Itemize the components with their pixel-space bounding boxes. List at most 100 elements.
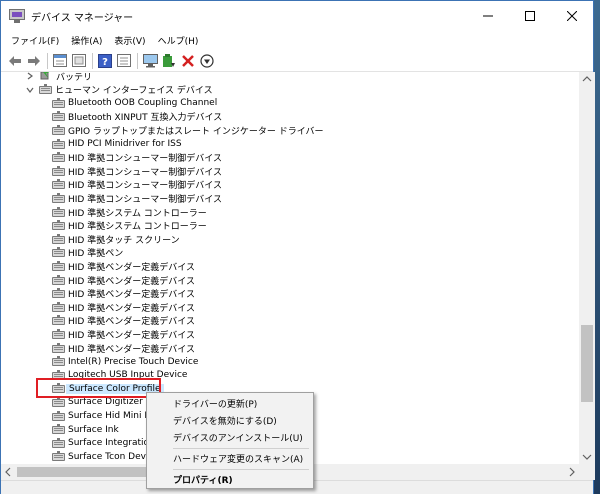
scroll-up-icon[interactable] bbox=[579, 72, 595, 86]
close-button[interactable] bbox=[551, 1, 593, 31]
menu-bar: ファイル(F) 操作(A) 表示(V) ヘルプ(H) bbox=[1, 31, 593, 49]
context-update-driver-label: ドライバーの更新(P) bbox=[173, 399, 258, 410]
tree-item[interactable]: Bluetooth OOB Coupling Channel bbox=[52, 96, 217, 110]
hid-device-icon bbox=[52, 288, 65, 299]
tree-item-label: HID 準拠ベンダー定義デバイス bbox=[68, 290, 195, 301]
hid-device-icon bbox=[52, 274, 65, 286]
menu-action[interactable]: 操作(A) bbox=[65, 34, 108, 47]
tree-item[interactable]: HID PCI Minidriver for ISS bbox=[52, 137, 182, 151]
update-driver-button[interactable] bbox=[161, 53, 177, 69]
tree-item[interactable]: HID 準拠ベンダー定義デバイス bbox=[52, 327, 195, 341]
tree-item[interactable]: HID 準拠ベンダー定義デバイス bbox=[52, 314, 195, 328]
hid-device-icon bbox=[52, 356, 65, 367]
context-scan-hardware[interactable]: ハードウェア変更のスキャン(A) bbox=[147, 449, 313, 467]
tree-item-label: HID 準拠ベンダー定義デバイス bbox=[68, 317, 195, 328]
context-disable-device[interactable]: デバイスを無効にする(D) bbox=[147, 411, 313, 429]
minimize-icon bbox=[483, 15, 493, 17]
tree-item-label: HID 準拠タッチ スクリーン bbox=[68, 235, 180, 246]
tree-item[interactable]: HID 準拠コンシューマー制御デバイス bbox=[52, 151, 222, 165]
tree-item-label: GPIO ラップトップまたはスレート インジケーター ドライバー bbox=[68, 126, 324, 137]
tree-item-label: バッテリ bbox=[56, 72, 93, 83]
details-view-button[interactable] bbox=[116, 53, 132, 69]
uninstall-x-icon bbox=[182, 54, 194, 67]
refresh-view-button[interactable] bbox=[71, 53, 87, 69]
tree-item-label: HID 準拠ベンダー定義デバイス bbox=[68, 276, 195, 287]
tree-item-label: HID 準拠コンシューマー制御デバイス bbox=[68, 181, 222, 192]
tree-item-label: Surface Ink bbox=[68, 424, 119, 435]
update-driver-icon bbox=[163, 53, 175, 67]
tree-item[interactable]: Intel(R) Precise Touch Device bbox=[52, 355, 198, 369]
tree-item[interactable]: HID 準拠ベンダー定義デバイス bbox=[52, 273, 195, 287]
tree-item-label: HID 準拠ペン bbox=[68, 249, 124, 260]
minimize-button[interactable] bbox=[467, 1, 509, 31]
tree-item[interactable]: HID 準拠システム コントローラー bbox=[52, 205, 207, 219]
tree-item[interactable]: GPIO ラップトップまたはスレート インジケーター ドライバー bbox=[52, 123, 324, 137]
tree-item-label: HID 準拠コンシューマー制御デバイス bbox=[68, 194, 222, 205]
tree-item[interactable]: Surface Ink bbox=[52, 423, 119, 437]
tree-item[interactable]: HID 準拠ベンダー定義デバイス bbox=[52, 341, 195, 355]
menu-file[interactable]: ファイル(F) bbox=[5, 34, 65, 47]
download-driver-icon bbox=[200, 53, 214, 68]
tree-item[interactable]: HID 準拠ベンダー定義デバイス bbox=[52, 287, 195, 301]
hid-device-icon bbox=[52, 152, 65, 163]
tree-item[interactable]: HID 準拠ペン bbox=[52, 246, 123, 260]
tree-item[interactable]: HID 準拠システム コントローラー bbox=[52, 219, 207, 233]
tree-item-label: Bluetooth OOB Coupling Channel bbox=[68, 98, 218, 109]
hid-device-icon bbox=[39, 84, 52, 95]
back-arrow-icon bbox=[9, 55, 21, 66]
hid-device-icon bbox=[52, 192, 65, 204]
context-update-driver[interactable]: ドライバーの更新(P) bbox=[147, 394, 313, 412]
monitor-scan-icon bbox=[142, 53, 158, 67]
download-driver-button[interactable] bbox=[199, 53, 215, 69]
device-manager-window: デバイス マネージャー ファイル(F) 操作(A) 表示(V) ヘルプ(H) ?… bbox=[0, 0, 595, 494]
properties-view-button[interactable] bbox=[52, 53, 68, 69]
scan-hardware-button[interactable] bbox=[142, 53, 158, 69]
tree-item[interactable]: Surface Hid Mini Dri bbox=[52, 409, 157, 423]
chevron-right-icon[interactable] bbox=[25, 72, 34, 81]
properties-view-icon bbox=[53, 54, 67, 67]
tree-item[interactable]: HID 準拠コンシューマー制御デバイス bbox=[52, 164, 222, 178]
scroll-left-icon[interactable] bbox=[1, 464, 15, 480]
tree-item[interactable]: HID 準拠コンシューマー制御デバイス bbox=[52, 178, 222, 192]
help-icon: ? bbox=[98, 53, 112, 68]
context-menu: ドライバーの更新(P) デバイスを無効にする(D) デバイスのアンインストール(… bbox=[146, 392, 314, 489]
context-properties[interactable]: プロパティ(R) bbox=[147, 470, 313, 488]
forward-button[interactable] bbox=[26, 53, 42, 69]
toolbar-separator bbox=[92, 52, 93, 69]
context-scan-hardware-label: ハードウェア変更のスキャン(A) bbox=[173, 454, 304, 465]
hid-device-icon bbox=[52, 97, 65, 109]
tree-item-hid-category[interactable]: ヒューマン インターフェイス デバイス bbox=[25, 83, 213, 97]
tree-item[interactable]: HID 準拠タッチ スクリーン bbox=[52, 232, 180, 246]
tree-item-label: HID 準拠ベンダー定義デバイス bbox=[68, 330, 195, 341]
chevron-down-icon[interactable] bbox=[25, 85, 34, 94]
scrollbar-corner bbox=[579, 464, 595, 480]
menu-view[interactable]: 表示(V) bbox=[108, 34, 151, 47]
tree-item-battery[interactable]: バッテリ bbox=[25, 72, 92, 83]
uninstall-device-button[interactable] bbox=[180, 53, 196, 69]
tree-item-label: HID 準拠ベンダー定義デバイス bbox=[68, 303, 195, 314]
hid-device-icon bbox=[52, 179, 65, 190]
maximize-button[interactable] bbox=[509, 1, 551, 31]
hid-device-icon bbox=[52, 233, 65, 245]
vertical-scroll-thumb[interactable] bbox=[581, 325, 593, 402]
vertical-scrollbar[interactable] bbox=[579, 72, 595, 464]
svg-text:?: ? bbox=[102, 57, 108, 68]
hid-device-icon bbox=[52, 396, 65, 408]
back-button[interactable] bbox=[7, 53, 23, 69]
hid-device-icon bbox=[52, 260, 65, 272]
context-properties-label: プロパティ(R) bbox=[173, 475, 233, 486]
tree-item[interactable]: HID 準拠ベンダー定義デバイス bbox=[52, 300, 195, 314]
tree-item[interactable]: HID 準拠ベンダー定義デバイス bbox=[52, 259, 195, 273]
hid-device-icon bbox=[52, 247, 65, 258]
help-button[interactable]: ? bbox=[97, 53, 113, 69]
title-bar[interactable]: デバイス マネージャー bbox=[1, 1, 593, 31]
menu-help[interactable]: ヘルプ(H) bbox=[152, 34, 205, 47]
context-uninstall-device[interactable]: デバイスのアンインストール(U) bbox=[147, 428, 313, 446]
scroll-right-icon[interactable] bbox=[565, 464, 579, 480]
tree-item[interactable]: Surface Tcon Device bbox=[52, 450, 159, 464]
tree-item[interactable]: Bluetooth XINPUT 互換入力デバイス bbox=[52, 110, 222, 124]
hid-device-icon bbox=[52, 437, 65, 449]
context-uninstall-device-label: デバイスのアンインストール(U) bbox=[173, 433, 303, 444]
tree-item[interactable]: HID 準拠コンシューマー制御デバイス bbox=[52, 191, 222, 205]
scroll-down-icon[interactable] bbox=[579, 450, 595, 464]
